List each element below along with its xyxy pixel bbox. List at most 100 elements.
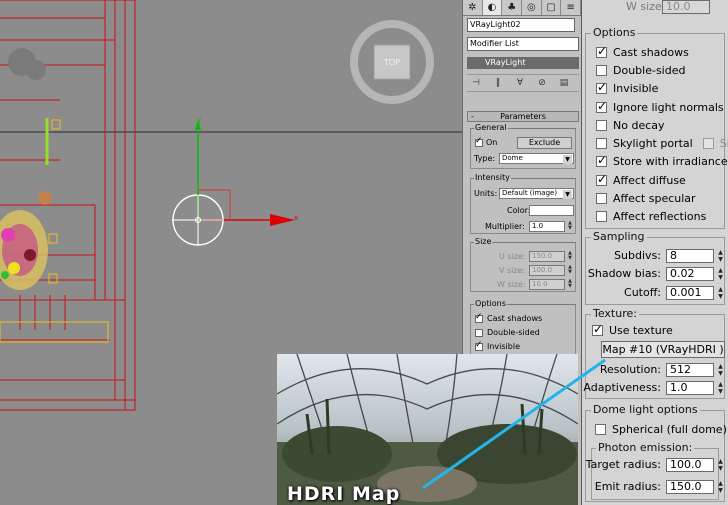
double-sided-label: Double-sided: [613, 64, 686, 77]
no-decay-row[interactable]: No decay: [596, 119, 665, 132]
type-dropdown[interactable]: Dome ▼: [499, 153, 574, 164]
invisible-label-small: Invisible: [487, 342, 520, 351]
cutoff-spinner-icon[interactable]: ▲ ▼: [716, 286, 725, 300]
subdivs-spinner-icon[interactable]: ▲ ▼: [716, 249, 725, 263]
stack-tools: ⊣ ‖ ∀ ⊘ ▤: [467, 74, 579, 92]
double-sided-row[interactable]: Double-sided: [596, 64, 685, 77]
double-sided-label-small: Double-sided: [487, 328, 540, 337]
size-label: Size: [474, 237, 493, 247]
show-end-result-icon[interactable]: ‖: [489, 76, 507, 90]
resolution-label: Resolution:: [599, 363, 661, 376]
adaptiveness-spinner-icon[interactable]: ▲ ▼: [716, 381, 725, 395]
shadow-bias-field[interactable]: 0.02: [666, 267, 714, 281]
target-radius-spinner-icon[interactable]: ▲ ▼: [716, 458, 725, 472]
light-options-panel: W size: 10.0 Options Cast shadows Double…: [581, 0, 728, 505]
utilities-icon[interactable]: ≡: [561, 0, 582, 15]
size-group: Size U size: 150.0 ▲ ▼ V size: 100.0 ▲ ▼ W…: [470, 237, 576, 292]
invisible-checkbox[interactable]: [596, 80, 607, 94]
make-unique-icon[interactable]: ∀: [511, 76, 529, 90]
subdivs-field[interactable]: 8: [666, 249, 714, 263]
double-sided-checkbox-small[interactable]: [475, 329, 483, 337]
spherical-label: Spherical (full dome): [612, 423, 727, 436]
skylight-portal-row[interactable]: Skylight portal Simple: [596, 137, 728, 150]
color-label: Color:: [507, 206, 531, 215]
hdri-map-preview: HDRI Map: [277, 354, 578, 505]
target-radius-field[interactable]: 100.0: [666, 458, 714, 472]
cast-shadows-checkbox-small[interactable]: [475, 312, 483, 323]
cutoff-field[interactable]: 0.001: [666, 286, 714, 300]
object-name-field[interactable]: VRayLight02: [467, 18, 575, 32]
ignore-normals-row[interactable]: Ignore light normals: [596, 99, 724, 114]
skylight-portal-checkbox[interactable]: [596, 138, 607, 149]
affect-reflections-checkbox[interactable]: [596, 211, 607, 222]
multiplier-field[interactable]: 1.0: [529, 221, 565, 232]
shadow-bias-label: Shadow bias:: [587, 267, 661, 280]
adaptiveness-field[interactable]: 1.0: [666, 381, 714, 395]
shadow-bias-spinner-icon[interactable]: ▲ ▼: [716, 267, 725, 281]
emit-radius-label: Emit radius:: [594, 480, 661, 493]
emit-radius-field[interactable]: 150.0: [666, 480, 714, 494]
exclude-button[interactable]: Exclude: [517, 137, 572, 149]
affect-specular-checkbox[interactable]: [596, 193, 607, 204]
ignore-normals-checkbox[interactable]: [596, 99, 607, 113]
v-size-field[interactable]: 100.0: [529, 265, 565, 276]
spherical-checkbox[interactable]: [595, 424, 606, 435]
no-decay-checkbox[interactable]: [596, 120, 607, 131]
store-irradiance-row[interactable]: Store with irradiance map: [596, 153, 728, 168]
w-size-label-zoom: W size:: [626, 0, 666, 13]
w-size-field-zoom[interactable]: 10.0: [662, 0, 710, 14]
dropdown-arrow-icon: ▼: [563, 190, 572, 199]
cast-shadows-checkbox[interactable]: [596, 44, 607, 58]
use-texture-row[interactable]: Use texture: [592, 322, 673, 337]
spherical-row[interactable]: Spherical (full dome): [595, 423, 727, 436]
rollout-collapse-icon: -: [471, 112, 474, 121]
modify-icon[interactable]: ◐: [482, 0, 503, 15]
u-size-spinner-icon[interactable]: ▲ ▼: [567, 251, 573, 262]
photon-emission-label: Photon emission:: [596, 441, 695, 455]
remove-modifier-icon[interactable]: ⊘: [533, 76, 551, 90]
w-size-field[interactable]: 10.0: [529, 279, 565, 290]
adaptiveness-label: Adaptiveness:: [583, 381, 661, 394]
units-dropdown[interactable]: Default (image) ▼: [499, 188, 574, 199]
resolution-spinner-icon[interactable]: ▲ ▼: [716, 363, 725, 377]
hierarchy-icon[interactable]: ♣: [502, 0, 523, 15]
resolution-field[interactable]: 512: [666, 363, 714, 377]
use-texture-checkbox[interactable]: [592, 322, 603, 336]
on-label: On: [486, 138, 498, 147]
texture-group: Texture: Use texture Map #10 (VRayHDRI )…: [583, 307, 725, 399]
cast-shadows-row[interactable]: Cast shadows: [596, 44, 689, 59]
cast-shadows-label-small: Cast shadows: [487, 314, 543, 323]
affect-diffuse-row[interactable]: Affect diffuse: [596, 172, 686, 187]
multiplier-label: Multiplier:: [485, 222, 525, 231]
double-sided-checkbox[interactable]: [596, 65, 607, 76]
u-size-field[interactable]: 150.0: [529, 251, 565, 262]
viewcube-label[interactable]: TOP: [384, 58, 400, 68]
texture-map-button[interactable]: Map #10 (VRayHDRI ): [601, 341, 725, 358]
no-decay-label: No decay: [613, 119, 665, 132]
configure-sets-icon[interactable]: ▤: [555, 76, 573, 90]
parameters-rollout[interactable]: - Parameters: [467, 111, 579, 122]
create-icon[interactable]: ✲: [463, 0, 483, 15]
invisible-checkbox-small[interactable]: [475, 340, 483, 351]
modifier-stack-item[interactable]: VRayLight: [467, 57, 579, 69]
display-icon[interactable]: ▢: [542, 0, 562, 15]
w-size-spinner-icon[interactable]: ▲ ▼: [567, 279, 573, 290]
motion-icon[interactable]: ◎: [522, 0, 542, 15]
simple-checkbox[interactable]: [702, 138, 714, 149]
ignore-normals-label: Ignore light normals: [613, 101, 724, 114]
affect-specular-row[interactable]: Affect specular: [596, 192, 696, 205]
on-checkbox[interactable]: [475, 136, 483, 147]
units-label: Units:: [474, 189, 498, 198]
affect-reflections-row[interactable]: Affect reflections: [596, 210, 706, 223]
emit-radius-spinner-icon[interactable]: ▲ ▼: [716, 480, 725, 494]
subdivs-label: Subdivs:: [614, 249, 661, 262]
pin-stack-icon[interactable]: ⊣: [467, 76, 485, 90]
invisible-row[interactable]: Invisible: [596, 80, 658, 95]
affect-diffuse-checkbox[interactable]: [596, 172, 607, 186]
v-size-spinner-icon[interactable]: ▲ ▼: [567, 265, 573, 276]
units-value: Default (image): [502, 189, 558, 197]
modifier-list-dropdown[interactable]: Modifier List: [467, 37, 579, 51]
multiplier-spinner-icon[interactable]: ▲ ▼: [567, 221, 573, 232]
store-irradiance-checkbox[interactable]: [596, 153, 607, 167]
color-swatch[interactable]: [529, 205, 574, 216]
